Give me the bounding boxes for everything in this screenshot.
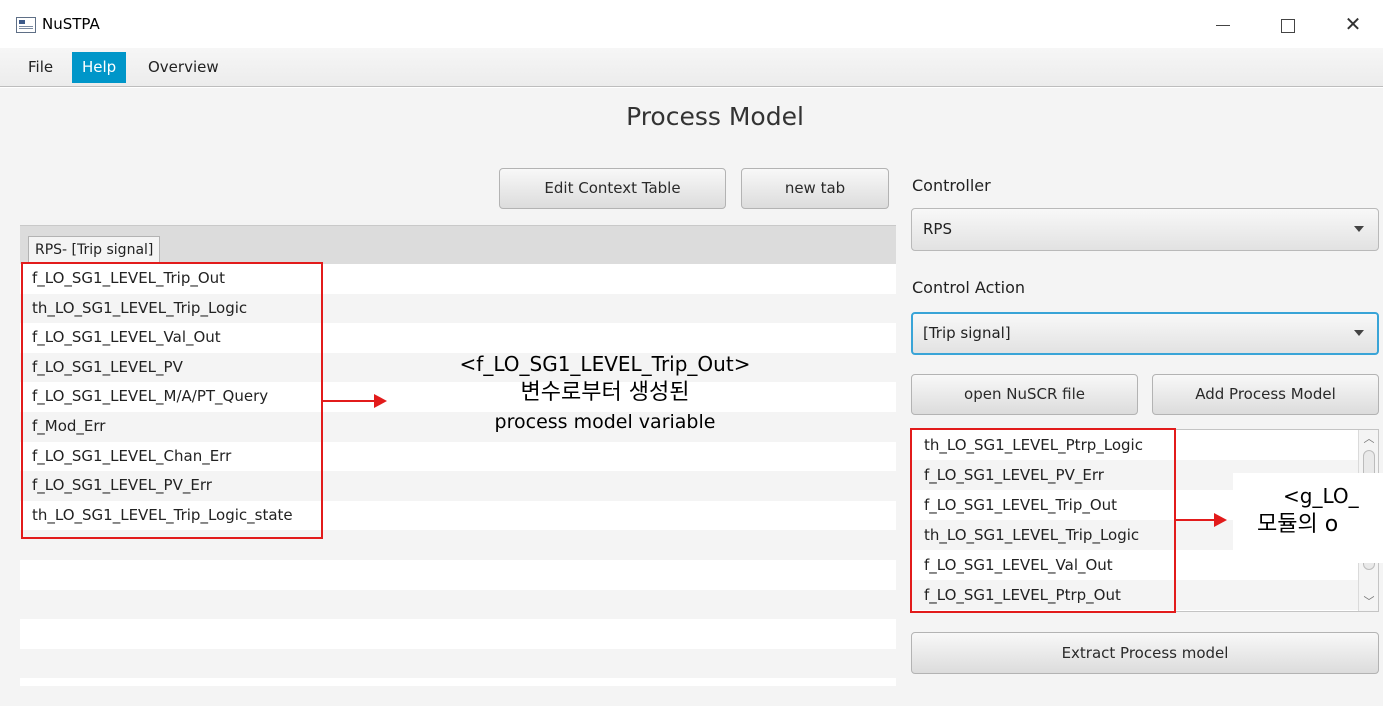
scroll-down-icon[interactable]: ﹀ [1363, 596, 1375, 608]
menu-overview[interactable]: Overview [138, 52, 229, 83]
minimize-button[interactable] [1200, 8, 1246, 40]
menu-help[interactable]: Help [72, 52, 127, 83]
annotation-left-line1: <f_LO_SG1_LEVEL_Trip_Out> [459, 352, 751, 376]
annotation-arrow-left [323, 400, 376, 402]
controller-select-value: RPS [923, 220, 952, 238]
tab-strip: RPS- [Trip signal] [20, 225, 896, 265]
window-title: NuSTPA [42, 15, 100, 33]
annotation-right-line1: <g_LO_ [1283, 484, 1359, 508]
annotation-left-line3: process model variable [494, 411, 716, 433]
controller-label: Controller [912, 176, 991, 195]
open-nuscr-file-button[interactable]: open NuSCR file [911, 374, 1138, 415]
edit-context-table-button[interactable]: Edit Context Table [499, 168, 726, 209]
annotation-arrow-right [1176, 519, 1216, 521]
controller-select[interactable]: RPS [911, 208, 1379, 251]
close-icon: ✕ [1344, 12, 1362, 36]
app-window-icon [16, 17, 36, 33]
arrow-right-icon [1214, 513, 1227, 527]
highlight-box-left [21, 262, 323, 539]
title-bar: NuSTPA ✕ [0, 0, 1383, 48]
empty-row [20, 560, 896, 590]
annotation-left-line2: 변수로부터 생성된 [520, 380, 690, 405]
chevron-down-icon [1354, 330, 1364, 336]
empty-row [20, 589, 896, 620]
empty-row [20, 648, 896, 679]
new-tab-button[interactable]: new tab [741, 168, 889, 209]
add-process-model-button[interactable]: Add Process Model [1152, 374, 1379, 415]
control-action-select-value: [Trip signal] [923, 324, 1011, 342]
chevron-down-icon [1354, 226, 1364, 232]
highlight-box-right [910, 428, 1176, 613]
tab-rps-trip-signal[interactable]: RPS- [Trip signal] [28, 236, 161, 264]
control-action-label: Control Action [912, 278, 1026, 297]
empty-row [20, 619, 896, 649]
annotation-right: <g_LO_ 모듈의 o [1233, 473, 1383, 563]
annotation-right-line2: 모듈의 o [1257, 512, 1339, 537]
minimize-icon [1216, 25, 1230, 26]
annotation-left: <f_LO_SG1_LEVEL_Trip_Out> 변수로부터 생성된 proc… [370, 350, 840, 436]
control-action-select[interactable]: [Trip signal] [911, 312, 1379, 355]
maximize-icon [1281, 18, 1295, 33]
extract-process-model-button[interactable]: Extract Process model [911, 632, 1379, 674]
maximize-button[interactable] [1265, 8, 1311, 40]
menu-file[interactable]: File [18, 52, 63, 83]
scroll-up-icon[interactable]: ︿ [1363, 433, 1375, 445]
main-area: Process Model Edit Context Table new tab… [0, 88, 1383, 706]
page-title: Process Model [626, 102, 804, 131]
menu-bar: File Help Overview [0, 48, 1383, 87]
close-button[interactable]: ✕ [1330, 8, 1376, 40]
